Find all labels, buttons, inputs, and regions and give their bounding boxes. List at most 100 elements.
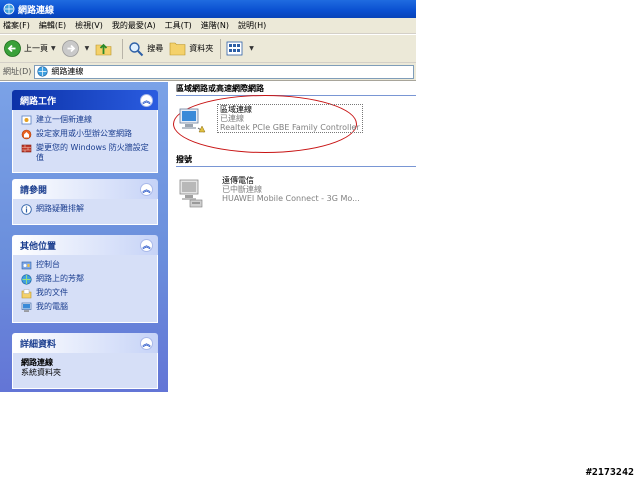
address-input[interactable]: 網路連線 [34,64,414,79]
back-dropdown-icon[interactable]: ▼ [51,45,56,52]
other-places-body: 控制台 網路上的芳鄰 我的文件 我的電腦 [12,255,158,323]
network-tasks-body: 建立一個新連線 設定家用或小型辦公室網路 變更您的 Windows 防火牆設定值 [12,110,158,173]
views-button[interactable]: ▼ [226,41,254,56]
connection-dialup[interactable]: 遠傳電信 已中斷連線 HUAWEI Mobile Connect - 3G Mo… [176,176,360,210]
details-title: 詳細資料 [20,339,57,350]
dialup-connection-device: HUAWEI Mobile Connect - 3G Mo... [222,194,360,203]
see-also-panel: 請參閱 ︽ 網路疑難排解 [12,179,158,225]
menu-view[interactable]: 檢視(V) [75,20,103,31]
link-my-computer-label: 我的電腦 [36,302,68,311]
folders-label: 資料夾 [189,44,214,53]
menu-edit[interactable]: 編輯(E) [39,20,66,31]
address-bar: 網址(D) 網路連線 [0,63,416,81]
link-my-documents[interactable]: 我的文件 [21,288,151,299]
network-connections-icon [3,3,15,15]
new-connection-icon [21,115,32,125]
my-computer-icon [21,302,32,312]
my-documents-icon [21,289,32,299]
task-create-connection[interactable]: 建立一個新連線 [21,115,151,126]
dialup-connection-status: 已中斷連線 [222,185,262,194]
address-label: 網址(D) [3,67,32,76]
watermark-id: #2173242 [585,467,634,478]
lan-connection-icon [179,108,206,133]
menu-bar: 檔案(F) 編輯(E) 檢視(V) 我的最愛(A) 工具(T) 進階(N) 說明… [0,18,416,34]
collapse-chevron-icon[interactable]: ︽ [140,238,153,252]
link-my-network-places[interactable]: 網路上的芳鄰 [21,274,151,285]
details-name: 網路連線 [21,358,53,367]
network-tasks-title: 網路工作 [20,96,57,107]
toolbar: 上一頁 ▼ ▼ 搜尋 資料夾 ▼ [0,35,416,63]
search-button[interactable]: 搜尋 [128,41,163,57]
connections-view: 區域網路或高速網際網路 區域連線 已連線 Realtek PCIe GBE Fa… [168,82,416,392]
task-home-network[interactable]: 設定家用或小型辦公室網路 [21,129,151,140]
back-button[interactable]: 上一頁 ▼ [4,40,56,57]
details-body: 網路連線 系統資料夾 [12,353,158,389]
title-bar[interactable]: 網路連線 [0,0,416,18]
lan-connection-name: 區域連線 [220,105,252,114]
info-icon [21,204,32,215]
up-folder-icon [95,43,112,56]
collapse-chevron-icon[interactable]: ︽ [140,336,153,350]
dialup-connection-name: 遠傳電信 [222,176,254,185]
control-panel-icon [21,261,32,270]
link-my-computer[interactable]: 我的電腦 [21,302,151,313]
dialup-connection-icon [179,179,203,208]
see-also-body: 網路疑難排解 [12,199,158,225]
network-places-icon [21,274,32,285]
link-control-panel[interactable]: 控制台 [21,260,151,271]
see-also-header[interactable]: 請參閱 ︽ [12,179,158,199]
dialup-connection-text: 遠傳電信 已中斷連線 HUAWEI Mobile Connect - 3G Mo… [222,176,360,203]
views-icon [226,41,243,56]
lan-connection-device: Realtek PCIe GBE Family Controller [220,123,360,132]
forward-arrow-icon [61,40,79,57]
forward-button[interactable]: ▼ [61,40,90,57]
link-network-troubleshooter[interactable]: 網路疑難排解 [21,204,151,215]
search-icon [129,41,144,56]
collapse-chevron-icon[interactable]: ︽ [140,93,153,107]
network-tasks-header[interactable]: 網路工作 ︽ [12,90,158,110]
menu-tools[interactable]: 工具(T) [165,20,192,31]
firewall-icon [21,144,32,153]
forward-dropdown-icon[interactable]: ▼ [85,45,90,52]
menu-advanced[interactable]: 進階(N) [201,20,229,31]
lan-connection-status: 已連線 [220,114,244,123]
details-header[interactable]: 詳細資料 ︽ [12,333,158,353]
back-label: 上一頁 [24,44,48,53]
menu-favorites[interactable]: 我的最愛(A) [112,20,156,31]
toolbar-separator [220,38,222,59]
task-home-network-label: 設定家用或小型辦公室網路 [36,129,132,138]
details-type: 系統資料夾 [21,368,61,377]
back-arrow-icon [4,40,21,57]
link-control-panel-label: 控制台 [36,260,60,269]
lan-connection-text: 區域連線 已連線 Realtek PCIe GBE Family Control… [217,104,363,133]
group-header-dialup: 撥號 [176,154,416,167]
window-title: 網路連線 [18,5,55,16]
menu-file[interactable]: 檔案(F) [3,20,30,31]
views-dropdown-icon[interactable]: ▼ [249,45,254,52]
folders-button[interactable]: 資料夾 [169,41,213,56]
link-network-troubleshooter-label: 網路疑難排解 [36,204,84,213]
details-panel: 詳細資料 ︽ 網路連線 系統資料夾 [12,333,158,389]
network-connections-icon [37,66,49,77]
home-network-icon [21,129,32,140]
address-value: 網路連線 [51,67,84,76]
explorer-window: 網路連線 檔案(F) 編輯(E) 檢視(V) 我的最愛(A) 工具(T) 進階(… [0,0,416,392]
connection-local-area[interactable]: 區域連線 已連線 Realtek PCIe GBE Family Control… [176,104,363,136]
task-pane: 網路工作 ︽ 建立一個新連線 設定家用或小型辦公室網路 變更您的 Windows… [0,82,168,392]
other-places-header[interactable]: 其他位置 ︽ [12,235,158,255]
collapse-chevron-icon[interactable]: ︽ [140,182,153,196]
menu-help[interactable]: 說明(H) [238,20,266,31]
other-places-title: 其他位置 [20,241,57,252]
see-also-title: 請參閱 [20,185,48,196]
task-firewall[interactable]: 變更您的 Windows 防火牆設定值 [21,143,151,163]
toolbar-separator [122,38,124,59]
other-places-panel: 其他位置 ︽ 控制台 網路上的芳鄰 我的文件 我的電腦 [12,235,158,323]
task-create-connection-label: 建立一個新連線 [36,115,92,124]
network-tasks-panel: 網路工作 ︽ 建立一個新連線 設定家用或小型辦公室網路 變更您的 Windows… [12,90,158,173]
up-folder-button[interactable] [95,40,115,57]
link-my-network-places-label: 網路上的芳鄰 [36,274,84,283]
group-header-lan: 區域網路或高速網際網路 [176,83,416,96]
task-firewall-label: 變更您的 Windows 防火牆設定值 [36,143,149,162]
link-my-documents-label: 我的文件 [36,288,68,297]
search-label: 搜尋 [147,44,164,53]
